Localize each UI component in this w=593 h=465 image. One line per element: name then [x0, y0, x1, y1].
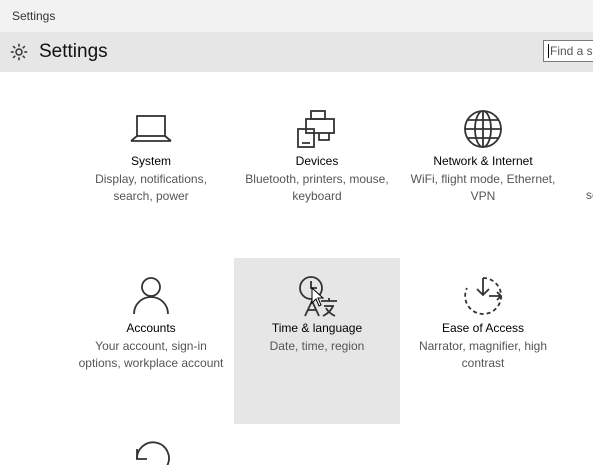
tile-name: Ease of Access [441, 321, 525, 335]
page-title: Settings [39, 41, 108, 62]
update-recovery-icon [136, 441, 170, 465]
devices-icon [297, 110, 335, 148]
tile-description: Your account, sign-in options, workplace… [78, 339, 224, 370]
tile-description-fragment: se [586, 188, 593, 202]
mouse-cursor-icon [311, 287, 325, 307]
title-bar: Settings [0, 0, 593, 32]
tile-name: Time & language [271, 321, 363, 335]
tile-update-recovery[interactable] [68, 423, 234, 465]
settings-header: Settings [0, 32, 593, 72]
ease-of-access-icon [464, 277, 503, 315]
tile-name: Network & Internet [433, 154, 533, 168]
tile-accounts[interactable]: Accounts Your account, sign-in options, … [68, 258, 234, 424]
search-input[interactable] [543, 40, 593, 62]
tile-description: Narrator, magnifier, high contrast [418, 339, 548, 370]
tile-name: Devices [295, 154, 339, 168]
tile-time-language[interactable]: Time & language Date, time, region [234, 258, 400, 424]
tile-name: Accounts [126, 321, 176, 335]
tile-devices[interactable]: Devices Bluetooth, printers, mouse, keyb… [234, 91, 400, 257]
laptop-icon [130, 115, 172, 142]
gear-icon [10, 43, 28, 61]
tile-description: Date, time, region [269, 339, 365, 353]
window-title: Settings [12, 9, 56, 23]
globe-icon [464, 110, 502, 148]
tile-name: System [130, 154, 171, 168]
tile-system[interactable]: System Display, notifications, search, p… [68, 91, 234, 257]
tile-ease-of-access[interactable]: Ease of Access Narrator, magnifier, high… [400, 258, 566, 424]
tile-description: WiFi, flight mode, Ethernet, VPN [410, 172, 556, 203]
tile-description: Bluetooth, printers, mouse, keyboard [245, 172, 389, 203]
tile-partial[interactable]: se [586, 188, 593, 202]
tile-description: Display, notifications, search, power [95, 172, 207, 203]
text-caret [548, 44, 549, 58]
tile-network-internet[interactable]: Network & Internet WiFi, flight mode, Et… [400, 91, 566, 257]
person-icon [133, 277, 169, 315]
